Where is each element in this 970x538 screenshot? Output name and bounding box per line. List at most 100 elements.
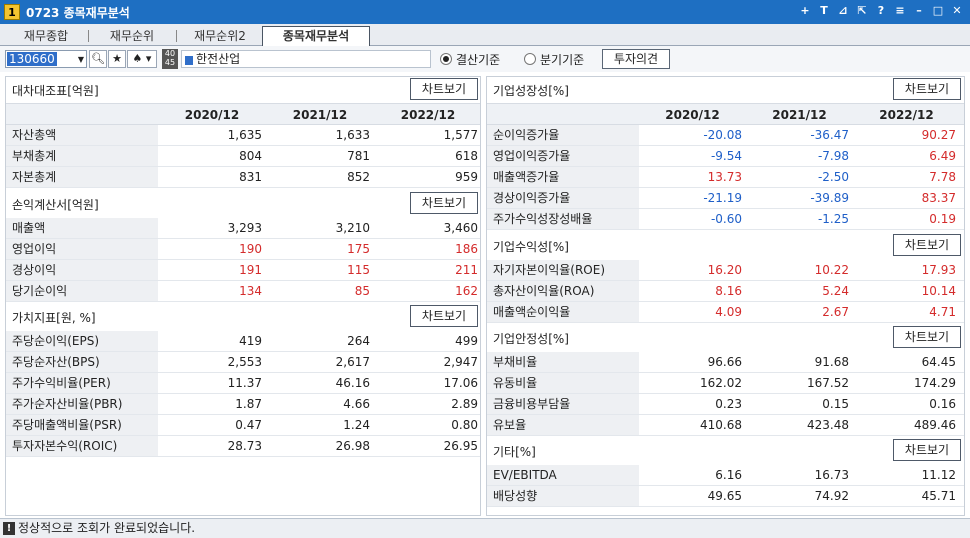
year-header: 2022/12	[879, 108, 934, 122]
invest-opinion-button[interactable]: 투자의견	[602, 49, 670, 69]
value-cell: 4.66	[343, 397, 370, 411]
value-cell: 175	[347, 242, 370, 256]
value-cell: 1,577	[443, 128, 478, 142]
quarter-basis-radio[interactable]	[524, 53, 536, 65]
value-cell: 959	[455, 170, 478, 184]
close-icon[interactable]: ✕	[950, 3, 964, 19]
table-row: 주당매출액비율(PSR) 0.47 1.24 0.80	[6, 415, 480, 436]
value-cell: 11.12	[921, 468, 956, 482]
row-label: 영업이익	[6, 239, 158, 259]
maximize-icon[interactable]: □	[931, 3, 945, 19]
tab-stock-financial-analysis[interactable]: 종목재무분석	[262, 26, 370, 46]
settlement-basis-radio[interactable]	[440, 53, 452, 65]
section-title: 기업수익성[%]	[493, 240, 569, 254]
chart-view-button[interactable]: 차트보기	[410, 78, 478, 100]
value-cell: 190	[239, 242, 262, 256]
table-row: 주당순이익(EPS) 419 264 499	[6, 331, 480, 352]
value-cell: 1,633	[335, 128, 370, 142]
value-cell: 3,293	[227, 221, 262, 235]
value-cell: 2,553	[227, 355, 262, 369]
status-bar: ! 정상적으로 조회가 완료되었습니다.	[0, 518, 970, 538]
value-cell: 852	[347, 170, 370, 184]
chart-view-button[interactable]: 차트보기	[893, 234, 961, 256]
value-cell: 17.93	[921, 263, 956, 277]
table-row: 부채비율 96.66 91.68 64.45	[487, 352, 964, 373]
text-icon[interactable]: T	[817, 3, 831, 19]
right-financial-panel: 기업성장성[%] 차트보기 2020/12 2021/12 2022/12 순이익증가율 -…	[486, 76, 965, 516]
value-cell: -9.54	[710, 149, 742, 163]
stock-name-field[interactable]: 한전산업	[181, 50, 431, 68]
period-toggle-bottom: 45	[164, 58, 176, 67]
row-label: 유동비율	[487, 373, 639, 393]
export-icon[interactable]: ⇱	[855, 3, 869, 19]
stock-code-input[interactable]: 130660 ▼	[5, 50, 87, 68]
row-label: 매출액증가율	[487, 167, 639, 187]
quarter-basis-label[interactable]: 분기기준	[540, 51, 584, 68]
row-label: 자기자본이익율(ROE)	[487, 260, 639, 280]
row-label: 주가수익비율(PER)	[6, 373, 158, 393]
table-row: 자산총액 1,635 1,633 1,577	[6, 125, 480, 146]
chart-view-button[interactable]: 차트보기	[893, 326, 961, 348]
value-cell: 49.65	[707, 489, 742, 503]
value-cell: 804	[239, 149, 262, 163]
chart-view-button[interactable]: 차트보기	[410, 305, 478, 327]
chart-view-button[interactable]: 차트보기	[893, 439, 961, 461]
value-cell: 11.37	[227, 376, 262, 390]
value-cell: 419	[239, 334, 262, 348]
value-cell: 489.46	[914, 418, 956, 432]
row-label: 경상이익증가율	[487, 188, 639, 208]
value-cell: 264	[347, 334, 370, 348]
menu-icon[interactable]: ≡	[893, 3, 907, 19]
table-row: 매출액증가율 13.73 -2.50 7.78	[487, 167, 964, 188]
chevron-down-icon[interactable]: ▼	[78, 55, 84, 64]
row-label: 투자자본수익(ROIC)	[6, 436, 158, 456]
value-cell: 16.73	[814, 468, 849, 482]
minimize-icon[interactable]: –	[912, 3, 926, 19]
value-cell: 499	[455, 334, 478, 348]
value-cell: 211	[455, 263, 478, 277]
year-header-row: 2020/12 2021/12 2022/12	[6, 103, 480, 125]
window-titlebar: 1 0723 종목재무분석 + T ⊿ ⇱ ? ≡ – □ ✕	[0, 0, 970, 24]
year-header: 2020/12	[184, 108, 240, 122]
chart-view-button[interactable]: 차트보기	[410, 192, 478, 214]
chart-view-button[interactable]: 차트보기	[893, 78, 961, 100]
value-cell: 17.06	[443, 376, 478, 390]
window-controls: + T ⊿ ⇱ ? ≡ – □ ✕	[798, 3, 964, 19]
market-square-icon	[185, 56, 193, 65]
help-icon[interactable]: ?	[874, 3, 888, 19]
value-cell: 5.24	[822, 284, 849, 298]
row-label: 자본총계	[6, 167, 158, 187]
table-row: 경상이익증가율 -21.19 -39.89 83.37	[487, 188, 964, 209]
row-label: 주당순이익(EPS)	[6, 331, 158, 351]
value-cell: 0.16	[929, 397, 956, 411]
table-row: 투자자본수익(ROIC) 28.73 26.98 26.95	[6, 436, 480, 457]
value-cell: -2.50	[817, 170, 849, 184]
plus-icon[interactable]: +	[798, 3, 812, 19]
section-title: 기타[%]	[493, 445, 536, 459]
period-toggle-icon[interactable]: 40 45	[162, 49, 178, 69]
value-cell: -21.19	[703, 191, 742, 205]
row-label: 당기순이익	[6, 281, 158, 301]
value-cell: 91.68	[814, 355, 849, 369]
table-row: 영업이익증가율 -9.54 -7.98 6.49	[487, 146, 964, 167]
value-cell: 8.16	[715, 284, 742, 298]
tab-financial-rank2[interactable]: 재무순위2	[180, 27, 260, 46]
settlement-basis-label[interactable]: 결산기준	[456, 51, 500, 68]
table-row: 자기자본이익율(ROE) 16.20 10.22 17.93	[487, 260, 964, 281]
value-cell: 45.71	[921, 489, 956, 503]
value-cell: -39.89	[810, 191, 849, 205]
spade-menu-icon[interactable]: ♠ ▾	[127, 50, 157, 68]
value-cell: 83.37	[921, 191, 956, 205]
value-cell: 781	[347, 149, 370, 163]
table-row: 주가수익성장성배율 -0.60 -1.25 0.19	[487, 209, 964, 230]
link-icon[interactable]: ⊿	[836, 3, 850, 19]
tab-financial-rank[interactable]: 재무순위	[92, 27, 172, 46]
tab-financial-summary[interactable]: 재무종합	[6, 27, 86, 46]
search-icon[interactable]: 🔍︎	[89, 50, 107, 68]
window-title: 0723 종목재무분석	[26, 5, 130, 20]
star-icon[interactable]: ★	[108, 50, 126, 68]
value-cell: 4.09	[715, 305, 742, 319]
row-label: 자산총액	[6, 125, 158, 145]
table-row: 총자산이익율(ROA) 8.16 5.24 10.14	[487, 281, 964, 302]
tab-separator	[88, 30, 89, 42]
